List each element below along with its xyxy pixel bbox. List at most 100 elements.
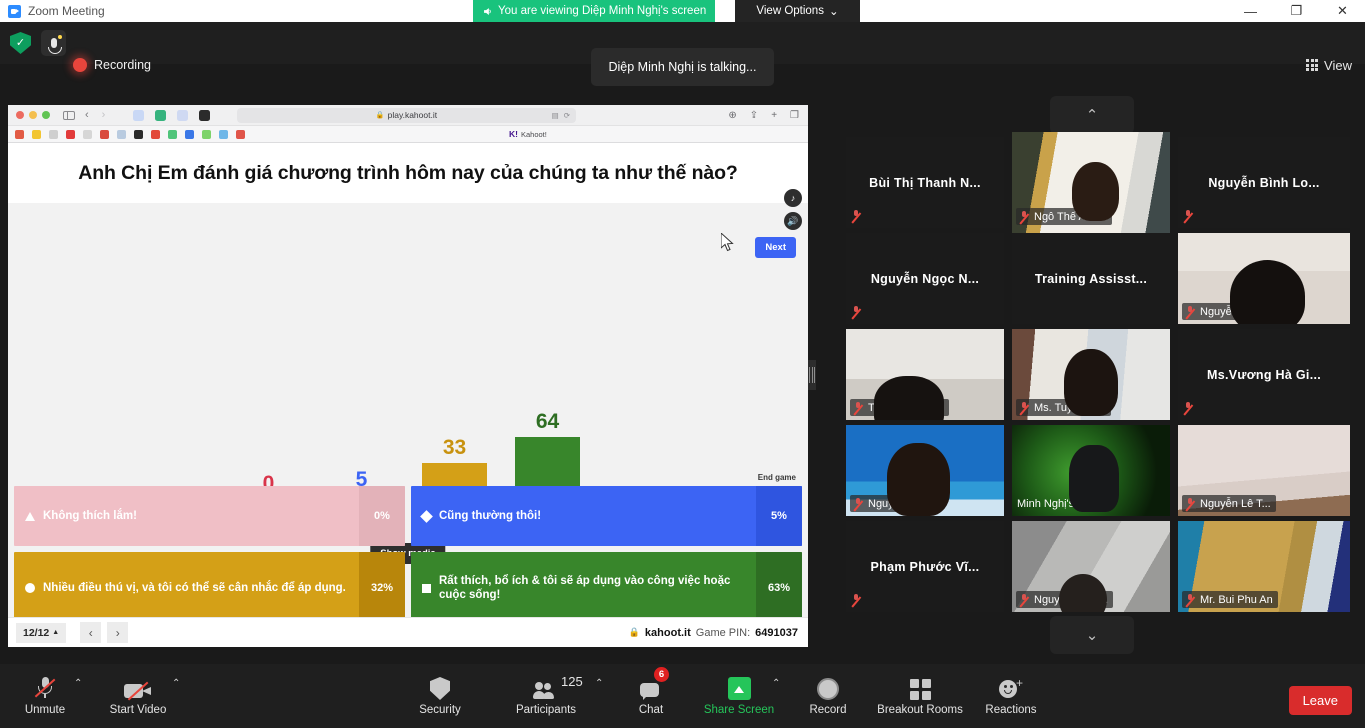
browser-tab-kahoot[interactable]: K! Kahoot! [509,129,547,139]
bookmark-icon-13[interactable] [219,129,228,139]
breakout-rooms-button[interactable]: Breakout Rooms [877,672,963,716]
reload-icon[interactable]: ⟳ [564,111,570,120]
participant-tile-0[interactable]: Bùi Thị Thanh N... [846,137,1004,228]
grid-scroll-up-button[interactable]: ⌃ [1050,96,1134,134]
tab-overview-icon[interactable]: ❐ [790,110,799,121]
game-pin-bar: 🔒 kahoot.it Game PIN: 6491037 [629,627,798,639]
bookmark-icon-3[interactable] [49,129,58,139]
participant-tile-2[interactable]: Nguyễn Bình Lo... [1178,137,1350,228]
participant-tile-1[interactable]: Ngô Thế Anh... [1012,132,1170,233]
answer-option-0[interactable]: Không thích lắm! 0% [14,486,405,546]
participant-name-0: Bùi Thị Thanh N... [869,175,981,190]
downloads-icon[interactable]: ⊕ [728,110,736,121]
participant-tile-6[interactable]: Trần Quốc Tu... [846,329,1004,420]
next-button[interactable]: Next [755,237,796,258]
share-resize-handle[interactable] [808,360,816,390]
prev-question-button[interactable]: ‹ [80,622,102,643]
security-shield-icon[interactable]: ✓ [10,32,31,54]
next-question-button[interactable]: › [107,622,129,643]
participant-tile-9[interactable]: Nguyễn Thị ... [846,425,1004,516]
browser-bookmarks-bar: K! Kahoot! [8,126,808,143]
reader-icon[interactable]: ▤ [552,111,559,120]
breakout-rooms-label: Breakout Rooms [877,704,963,716]
answer-option-1[interactable]: Cũng thường thôi! 5% [411,486,802,546]
browser-address-bar[interactable]: 🔒 play.kahoot.it ▤ ⟳ [237,107,576,123]
share-screen-button[interactable]: Share Screen [696,672,782,716]
bookmark-icon-12[interactable] [202,129,211,139]
chevron-down-icon: ⌄ [828,6,839,18]
extension-icon-3[interactable] [177,109,189,121]
participant-name-12: Phạm Phước Vĩ... [870,559,980,574]
bookmark-icon-2[interactable] [32,129,41,139]
bookmark-icon-10[interactable] [168,129,177,139]
bookmark-icon-4[interactable] [66,129,75,139]
participant-tile-3[interactable]: Nguyễn Ngọc N... [846,233,1004,324]
browser-back-icon[interactable]: ‹ [85,109,89,121]
view-options-button[interactable]: View Options ⌄ [735,0,860,22]
new-tab-icon[interactable]: + [771,110,777,121]
participant-tile-13[interactable]: Nguyễn Đức ... [1012,521,1170,612]
page-indicator[interactable]: 12/12 ▲ [16,622,67,643]
video-options-caret-icon[interactable]: ⌃ [172,678,180,689]
minimize-button[interactable]: — [1228,0,1273,22]
muted-mic-icon [1185,497,1196,510]
start-video-button[interactable]: Start Video [95,672,181,716]
page-indicator-text: 12/12 [23,626,50,639]
security-label: Security [419,704,461,716]
volume-icon[interactable]: 🔊 [784,212,802,230]
close-button[interactable]: ✕ [1320,0,1365,22]
share-options-caret-icon[interactable]: ⌃ [772,678,780,689]
maximize-button[interactable]: ❐ [1274,0,1319,22]
bookmark-icon-7[interactable] [117,129,126,139]
mute-badge-11: Nguyễn Lê T... [1182,495,1276,512]
participant-name-5: Nguyễn Đức ... [1200,305,1275,318]
music-note-icon[interactable]: ♪ [784,189,802,207]
muted-mic-icon [1019,401,1030,414]
window-traffic-lights-icon[interactable] [16,111,50,119]
bookmark-icon-5[interactable] [83,129,92,139]
viewing-screen-banner: You are viewing Diệp Minh Nghị's screen [473,0,716,22]
reactions-label: Reactions [985,704,1037,716]
record-button[interactable]: Record [785,672,871,716]
browser-extensions[interactable] [133,109,211,121]
bookmark-icon-9[interactable] [151,129,160,139]
bookmark-icon-14[interactable] [236,129,245,139]
participant-tile-7[interactable]: Ms. Tuyet Tri... [1012,329,1170,420]
participant-name-11: Nguyễn Lê T... [1200,497,1271,510]
sidebar-toggle-icon[interactable] [63,110,75,120]
participants-button[interactable]: 125 Participants [503,672,589,716]
bookmark-icon-11[interactable] [185,129,194,139]
header-mic-icon[interactable] [41,30,66,56]
participant-name-7: Ms. Tuyet Tri... [1034,401,1107,414]
mute-badge-1: Ngô Thế Anh... [1016,208,1113,225]
share-icon[interactable]: ⇪ [750,110,758,121]
bar-value-3: 64 [535,410,560,433]
participant-tile-5[interactable]: Nguyễn Đức ... [1178,233,1350,324]
participant-tile-10[interactable]: Minh Nghị's 2nd... [1012,425,1170,516]
extension-icon-2[interactable] [155,109,167,121]
participant-tile-12[interactable]: Phạm Phước Vĩ... [846,521,1004,612]
answer-option-3[interactable]: Rất thích, bổ ích & tôi sẽ áp dụng vào c… [411,552,802,624]
extension-icon-4[interactable] [199,109,211,121]
answer-option-2[interactable]: Nhiều điều thú vị, và tôi có thể sẽ cân … [14,552,405,624]
security-button[interactable]: Security [397,672,483,716]
bookmark-icon-8[interactable] [134,129,143,139]
chat-button[interactable]: 6 Chat [608,667,694,716]
participant-name-1: Ngô Thế Anh... [1034,210,1108,223]
audio-options-caret-icon[interactable]: ⌃ [74,678,82,689]
record-icon [817,678,839,700]
participant-tile-8[interactable]: Ms.Vương Hà Gi... [1178,329,1350,420]
extension-icon-1[interactable] [133,109,145,121]
mic-off-icon [34,675,56,700]
leave-meeting-button[interactable]: Leave [1288,686,1352,715]
mute-badge-0 [850,207,862,224]
participants-caret-icon[interactable]: ⌃ [595,678,603,689]
view-layout-button[interactable]: View [1306,53,1352,77]
bookmark-icon-1[interactable] [15,129,24,139]
participant-tile-4[interactable]: Training Assisst... [1012,233,1170,324]
participant-tile-11[interactable]: Nguyễn Lê T... [1178,425,1350,516]
reactions-button[interactable]: + Reactions [968,672,1054,716]
browser-forward-icon[interactable]: › [102,109,106,121]
participant-tile-14[interactable]: Mr. Bui Phu An [1178,521,1350,612]
bookmark-icon-6[interactable] [100,129,109,139]
